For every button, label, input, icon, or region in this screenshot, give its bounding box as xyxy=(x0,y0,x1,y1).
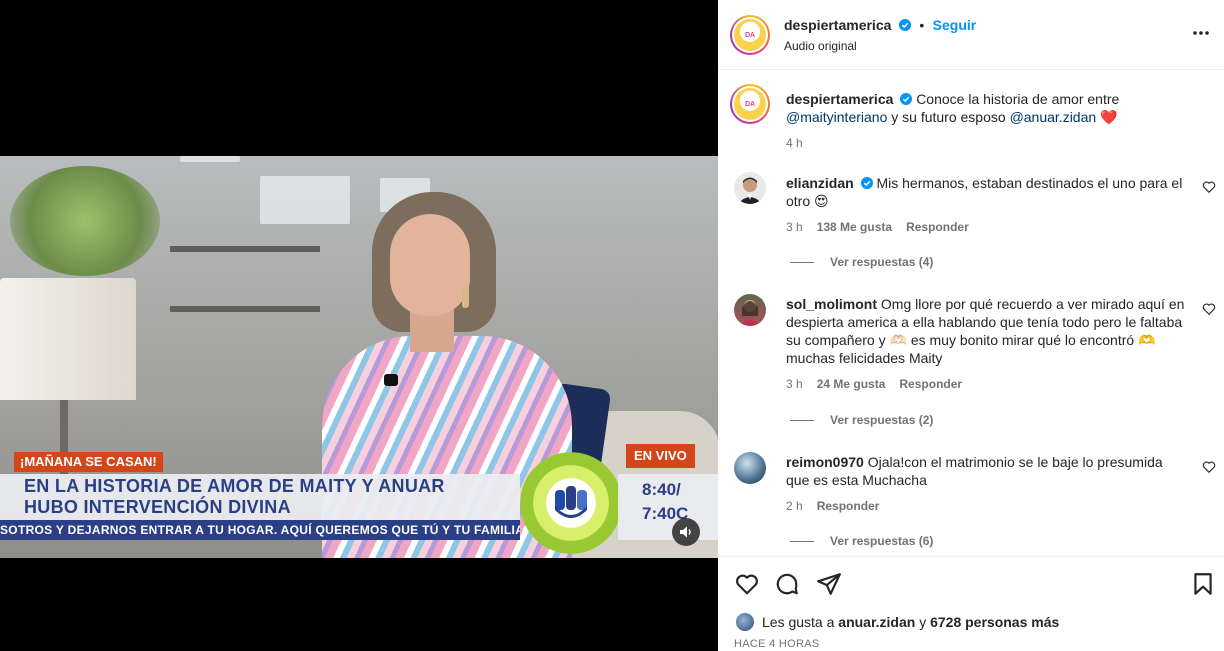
univision-logo xyxy=(520,452,622,554)
caption-avatar[interactable]: DA xyxy=(730,84,770,124)
send-icon[interactable] xyxy=(816,571,842,597)
follow-button[interactable]: Seguir xyxy=(933,17,977,33)
header-dot: • xyxy=(919,17,925,33)
video-frame[interactable]: ¡MAÑANA SE CASAN! EN LA HISTORIA DE AMOR… xyxy=(0,156,718,558)
more-horizontal-icon[interactable] xyxy=(1192,30,1210,36)
verified-badge-icon xyxy=(860,177,873,189)
despierta-america-logo-icon: DA xyxy=(734,19,766,51)
mention-maityinteriano[interactable]: @maityinteriano xyxy=(786,109,887,125)
lapel-mic-decor xyxy=(384,374,398,386)
comment-likes[interactable]: 24 Me gusta xyxy=(817,377,886,391)
likes-username[interactable]: anuar.zidan xyxy=(838,614,915,630)
post-sidebar: DA despiertamerica • Seguir Audio origin… xyxy=(718,0,1224,651)
clock-time-1: 8:40/ xyxy=(642,480,681,499)
mention-anuar-zidan[interactable]: @anuar.zidan xyxy=(1010,109,1097,125)
heart-icon[interactable] xyxy=(734,571,760,597)
comment-likes[interactable]: 138 Me gusta xyxy=(817,220,892,234)
comment-body: sol_molimont Omg llore por qué recuerdo … xyxy=(786,295,1186,393)
reply-button[interactable]: Responder xyxy=(899,377,962,391)
comment-time[interactable]: 3 h xyxy=(786,220,803,234)
comment-body: reimon0970 Ojala!con el matrimonio se le… xyxy=(786,453,1186,515)
headline-line-2: HUBO INTERVENCIÓN DIVINA xyxy=(24,497,291,517)
comment-username[interactable]: elianzidan xyxy=(786,175,854,191)
broadcast-lower-third: ¡MAÑANA SE CASAN! EN LA HISTORIA DE AMOR… xyxy=(0,444,718,558)
comment-heart-icon[interactable] xyxy=(1202,180,1216,194)
comment-time[interactable]: 2 h xyxy=(786,499,803,513)
liker-avatar[interactable] xyxy=(734,611,756,633)
likes-summary: Les gusta a anuar.zidan y 6728 personas … xyxy=(762,614,1059,630)
comment-meta: 3 h 138 Me gusta Responder xyxy=(786,218,1186,236)
view-replies-button[interactable]: Ver respuestas (2) xyxy=(790,413,933,427)
comment-username[interactable]: reimon0970 xyxy=(786,454,864,470)
comment-username[interactable]: sol_molimont xyxy=(786,296,877,312)
news-ticker: SOTROS Y DEJARNOS ENTRAR A TU HOGAR. AQU… xyxy=(0,520,520,540)
caption-username[interactable]: despiertamerica xyxy=(786,91,893,107)
verified-badge-icon xyxy=(898,19,911,31)
shelf-decor xyxy=(170,246,320,252)
reply-button[interactable]: Responder xyxy=(817,499,880,513)
view-replies-button[interactable]: Ver respuestas (4) xyxy=(790,255,933,269)
earring-decor xyxy=(462,284,469,308)
comment-icon[interactable] xyxy=(774,571,800,597)
headline-line-1: EN LA HISTORIA DE AMOR DE MAITY Y ANUAR xyxy=(24,476,445,496)
reply-button[interactable]: Responder xyxy=(906,220,969,234)
video-player[interactable]: ¡MAÑANA SE CASAN! EN LA HISTORIA DE AMOR… xyxy=(0,0,718,651)
shelf-decor xyxy=(170,306,320,312)
caption-body-1: Conoce la historia de amor entre xyxy=(916,91,1120,107)
account-avatar[interactable]: DA xyxy=(730,15,770,55)
heart-emoji: ❤️ xyxy=(1100,109,1118,125)
headline-box: EN LA HISTORIA DE AMOR DE MAITY Y ANUAR … xyxy=(0,474,520,520)
audio-label[interactable]: Audio original xyxy=(784,39,857,53)
despierta-america-logo-icon: DA xyxy=(734,88,766,120)
likes-prefix: Les gusta a xyxy=(762,614,835,630)
lamp-decor xyxy=(0,278,136,400)
comment-heart-icon[interactable] xyxy=(1202,302,1216,316)
post-timestamp[interactable]: HACE 4 HORAS xyxy=(734,638,820,650)
mute-button[interactable] xyxy=(672,518,700,546)
view-replies-button[interactable]: Ver respuestas (6) xyxy=(790,534,933,548)
caption-time[interactable]: 4 h xyxy=(786,134,1186,152)
comment-body: elianzidan Mis hermanos, estaban destina… xyxy=(786,174,1186,236)
clock-box: 8:40/ 7:40C xyxy=(618,474,718,540)
comment-heart-icon[interactable] xyxy=(1202,460,1216,474)
live-badge: EN VIVO xyxy=(626,444,695,468)
caption-body-2: y su futuro esposo xyxy=(891,109,1006,125)
bookmark-icon[interactable] xyxy=(1190,571,1216,597)
headline-text: EN LA HISTORIA DE AMOR DE MAITY Y ANUAR … xyxy=(24,476,445,518)
background-window xyxy=(260,176,350,224)
likes-count[interactable]: 6728 personas más xyxy=(930,614,1059,630)
person-face xyxy=(390,214,470,316)
likes-mid: y xyxy=(919,614,927,630)
post-header: DA despiertamerica • Seguir Audio origin… xyxy=(718,0,1224,70)
comment-meta: 2 h Responder xyxy=(786,497,1186,515)
plant-decor xyxy=(10,166,160,276)
show-tag: ¡MAÑANA SE CASAN! xyxy=(14,452,163,472)
comment-time[interactable]: 3 h xyxy=(786,377,803,391)
comment-meta: 3 h 24 Me gusta Responder xyxy=(786,375,1186,393)
header-username[interactable]: despiertamerica xyxy=(784,17,891,33)
commenter-avatar[interactable] xyxy=(734,172,766,204)
verified-badge-icon xyxy=(900,93,913,105)
action-bar: Les gusta a anuar.zidan y 6728 personas … xyxy=(718,556,1224,651)
caption-text: despiertamerica Conoce la historia de am… xyxy=(786,90,1186,152)
commenter-avatar[interactable] xyxy=(734,294,766,326)
background-window xyxy=(180,156,240,162)
univision-logo-icon xyxy=(555,486,587,518)
speaker-icon xyxy=(680,526,691,538)
commenter-avatar[interactable] xyxy=(734,452,766,484)
